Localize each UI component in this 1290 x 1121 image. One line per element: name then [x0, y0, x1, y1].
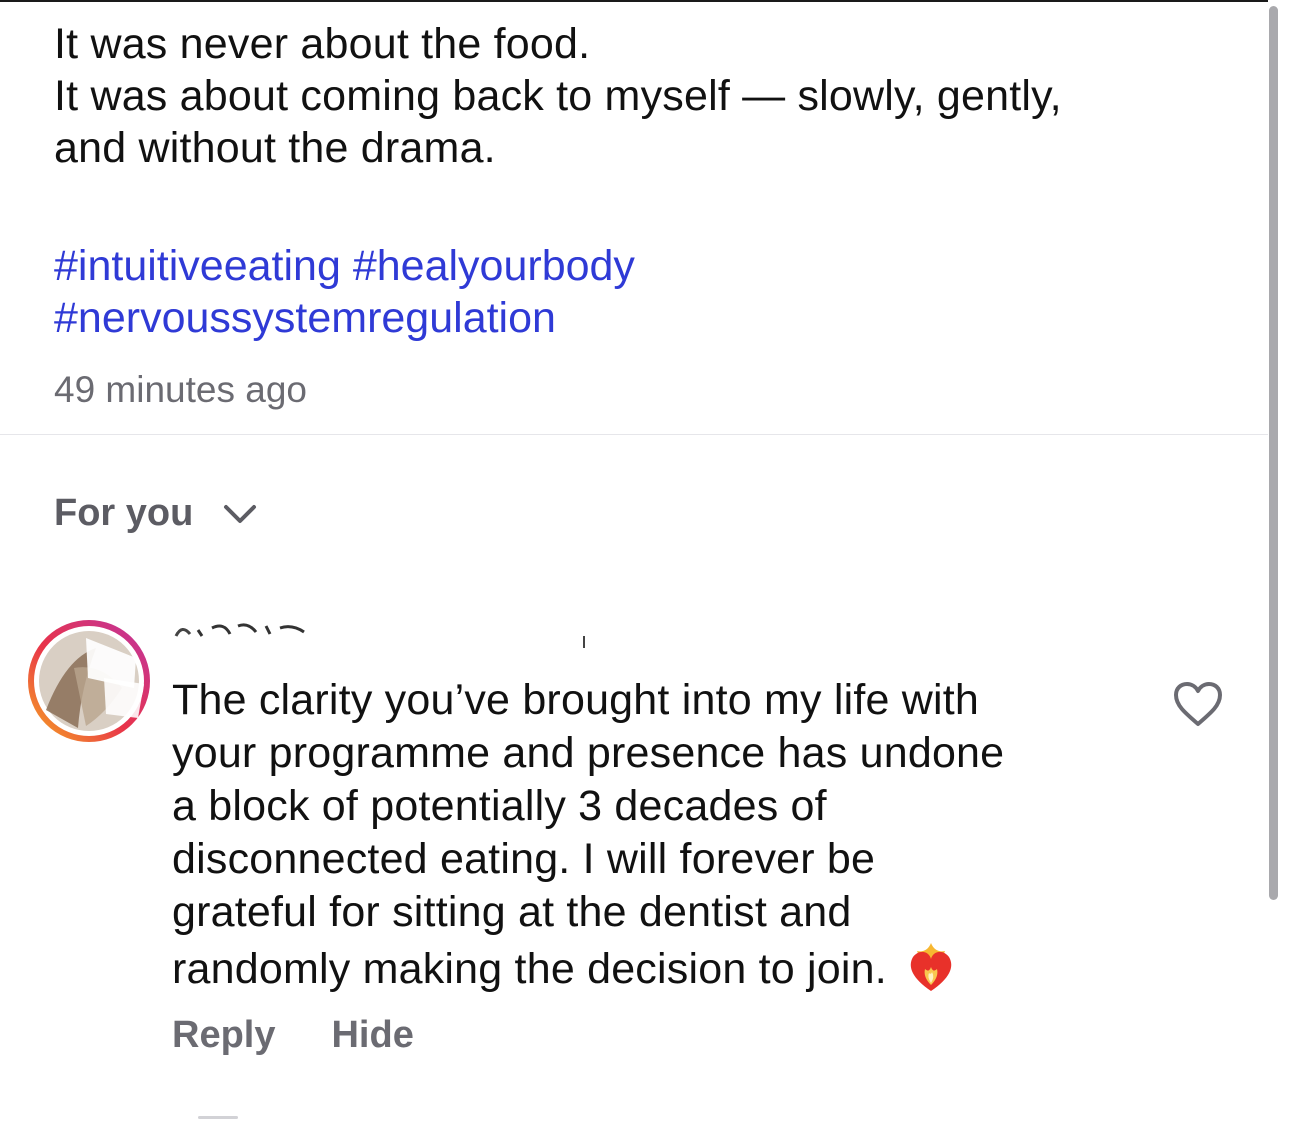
commenter-username-redacted[interactable]	[172, 612, 612, 656]
comment-line: randomly making the decision to join.	[172, 945, 887, 993]
scrollbar[interactable]	[1269, 6, 1278, 900]
comment-line: a block of potentially 3 decades of	[172, 782, 827, 830]
comment-body: The clarity you’ve brought into my life …	[172, 674, 1122, 996]
comment-line: grateful for sitting at the dentist and	[172, 888, 852, 936]
caption-line: It was never about the food.	[54, 20, 591, 68]
caption-line: and without the drama.	[54, 124, 496, 172]
avatar[interactable]	[26, 618, 152, 744]
hashtag-list: #intuitiveeating #healyourbody #nervouss…	[54, 240, 1234, 344]
comment-sort-dropdown[interactable]: For you	[54, 492, 257, 535]
comment-actions: Reply Hide	[172, 1014, 414, 1057]
sort-label: For you	[54, 492, 194, 534]
comment-line: your programme and presence has undone	[172, 729, 1005, 777]
post-timestamp: 49 minutes ago	[54, 369, 308, 410]
chevron-down-icon	[224, 504, 257, 523]
hashtag-link[interactable]: #healyourbody	[353, 242, 635, 290]
reply-button[interactable]: Reply	[172, 1014, 275, 1057]
comment-line-last: randomly making the decision to join.	[172, 939, 1122, 996]
section-divider	[0, 434, 1268, 435]
top-divider	[0, 0, 1268, 2]
heart-outline-icon[interactable]	[1172, 680, 1224, 728]
comment-line: The clarity you’ve brought into my life …	[172, 676, 980, 724]
hashtag-link[interactable]: #nervoussystemregulation	[54, 294, 556, 342]
hide-button[interactable]: Hide	[331, 1014, 413, 1057]
post-caption: It was never about the food. It was abou…	[54, 18, 1234, 174]
hashtag-link[interactable]: #intuitiveeating	[54, 242, 341, 290]
heart-on-fire-emoji	[910, 943, 952, 991]
comment-line: disconnected eating. I will forever be	[172, 835, 876, 883]
caption-line: It was about coming back to myself — slo…	[54, 72, 1062, 120]
next-item-indicator	[198, 1116, 238, 1119]
